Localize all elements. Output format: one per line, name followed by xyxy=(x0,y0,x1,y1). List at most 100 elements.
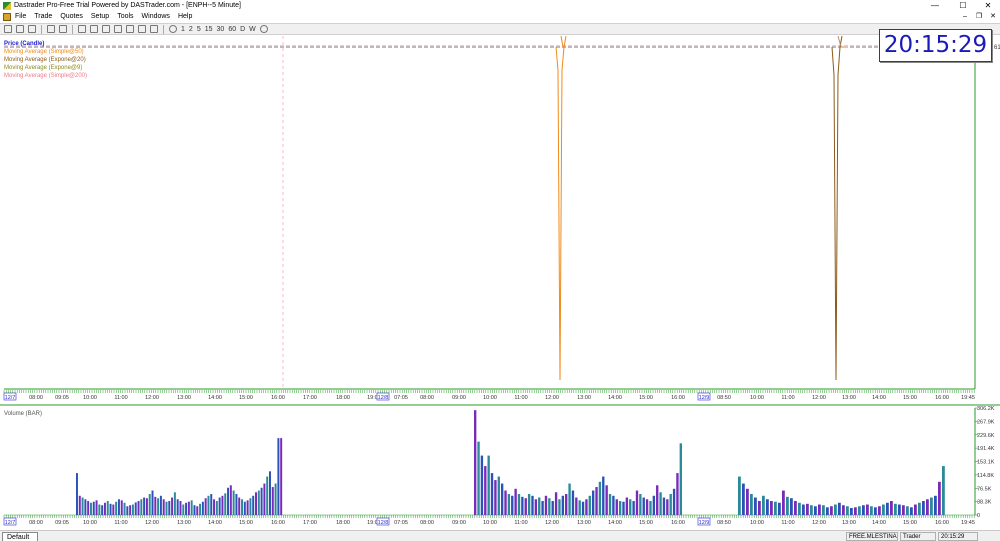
volume-bar xyxy=(527,494,531,515)
price-axis-time-label: 08:00 xyxy=(420,395,434,401)
volume-bar xyxy=(263,483,266,515)
volume-axis-time-label: 15:00 xyxy=(903,520,917,526)
volume-axis-label: 76.5K xyxy=(977,486,992,492)
price-axis-time-label: 13:00 xyxy=(842,395,856,401)
volume-axis-time-label: 14:00 xyxy=(208,520,222,526)
volume-bar xyxy=(738,476,741,515)
volume-bar xyxy=(173,492,176,515)
volume-axis-time-label: 15:00 xyxy=(239,520,253,526)
volume-bar xyxy=(890,501,893,515)
volume-bar xyxy=(140,499,143,515)
volume-bar xyxy=(151,490,154,515)
volume-bar xyxy=(635,490,639,515)
volume-bar xyxy=(742,483,745,515)
volume-bar xyxy=(235,494,238,515)
volume-bar xyxy=(794,501,797,515)
volume-axis-time-label: 13:00 xyxy=(577,520,591,526)
volume-bar xyxy=(490,473,494,515)
legend-ema20[interactable]: Moving Average (Expone@20) xyxy=(4,56,87,64)
volume-bar xyxy=(810,505,813,515)
price-axis-time-label: 16:00 xyxy=(671,395,685,401)
legend-ema9[interactable]: Moving Average (Expone@9) xyxy=(4,64,87,72)
volume-axis-time-label: 11:00 xyxy=(114,520,127,526)
volume-axis-time-label: 12:00 xyxy=(145,520,159,526)
volume-bar xyxy=(750,494,753,515)
volume-axis-time-label: 09:00 xyxy=(452,520,466,526)
price-axis-time-label: 14:00 xyxy=(608,395,622,401)
volume-bar xyxy=(171,497,174,515)
price-axis-time-label: 09:05 xyxy=(55,395,69,401)
volume-bar xyxy=(204,498,207,515)
legend-sma50[interactable]: Moving Average (Simple@50) xyxy=(4,48,87,56)
volume-bar xyxy=(215,501,218,515)
volume-bar xyxy=(754,497,757,515)
layout-tab-default[interactable]: Default xyxy=(2,532,39,541)
status-role: Trader xyxy=(900,532,936,541)
indicator-legend: Price (Candle) Moving Average (Simple@50… xyxy=(4,40,87,80)
volume-axis-time-label: 19:45 xyxy=(961,520,975,526)
volume-bar xyxy=(612,495,615,515)
volume-bar xyxy=(154,496,157,515)
volume-bar xyxy=(531,495,534,515)
volume-bar xyxy=(260,487,263,515)
volume-bar xyxy=(274,483,277,515)
volume-bar xyxy=(669,494,672,515)
volume-bar xyxy=(179,501,182,515)
legend-price[interactable]: Price (Candle) xyxy=(4,40,87,48)
volume-axis-label: 267.9K xyxy=(977,419,995,425)
volume-bar xyxy=(571,490,575,515)
status-time: 20:15:29 xyxy=(938,532,978,541)
volume-bar xyxy=(834,504,837,515)
volume-bar xyxy=(938,481,941,515)
volume-bar xyxy=(504,490,507,515)
volume-bar xyxy=(129,505,132,515)
volume-bar xyxy=(190,500,193,515)
volume-bar xyxy=(934,495,937,515)
volume-axis-label: 229.6K xyxy=(977,433,995,439)
volume-bar xyxy=(534,499,538,515)
volume-bar xyxy=(238,497,241,515)
volume-axis-time-label: 18:00 xyxy=(336,520,350,526)
volume-bar xyxy=(598,481,602,515)
price-axis-time-label: 13:00 xyxy=(577,395,591,401)
volume-bar xyxy=(145,498,148,515)
volume-bar xyxy=(591,490,595,515)
volume-bar xyxy=(656,485,659,515)
volume-axis-time-label: 08:00 xyxy=(29,520,43,526)
chart-area[interactable]: 61 08:00 09:05 10:00 11:00 12:00 13:00 14:00 15:… xyxy=(0,0,1000,541)
volume-axis-time-label: 16:00 xyxy=(271,520,285,526)
price-axis-time-label: 16:00 xyxy=(935,395,949,401)
volume-axis-time-label: 15:00 xyxy=(639,520,653,526)
legend-sma200[interactable]: Moving Average (Simple@200) xyxy=(4,72,87,80)
volume-bar xyxy=(157,498,160,515)
volume-bar xyxy=(224,493,227,515)
price-axis-time-label: 14:00 xyxy=(208,395,222,401)
volume-bar xyxy=(798,502,801,515)
volume-bar xyxy=(666,499,669,515)
volume-bar xyxy=(280,438,283,515)
volume-bar xyxy=(271,487,274,515)
volume-axis-date-label: 12/8 xyxy=(378,520,389,526)
volume-bar xyxy=(618,501,622,515)
price-axis-date-label: 12/8 xyxy=(378,395,389,401)
volume-axis-time-label: 17:00 xyxy=(303,520,317,526)
volume-bar xyxy=(213,499,216,515)
volume-bar xyxy=(538,497,541,515)
volume-bar xyxy=(878,506,881,515)
volume-bar xyxy=(81,497,84,515)
volume-bar xyxy=(112,504,115,515)
volume-axis-label: 114.8K xyxy=(977,473,994,479)
price-axis-time-label: 15:00 xyxy=(903,395,917,401)
volume-bar xyxy=(595,487,598,515)
volume-bar xyxy=(252,495,255,515)
price-axis-time-label: 08:50 xyxy=(717,395,731,401)
volume-bar xyxy=(494,480,497,515)
price-axis-time-label: 12:00 xyxy=(812,395,826,401)
status-account: FREE.MLESTINA xyxy=(846,532,898,541)
volume-bar xyxy=(514,488,517,515)
volume-bar xyxy=(762,495,765,515)
volume-axis-label: 38.3K xyxy=(977,500,992,506)
volume-axis-date-label: 12/7 xyxy=(5,520,16,526)
volume-bar xyxy=(120,500,123,515)
volume-axis-time-label: 11:00 xyxy=(781,520,794,526)
